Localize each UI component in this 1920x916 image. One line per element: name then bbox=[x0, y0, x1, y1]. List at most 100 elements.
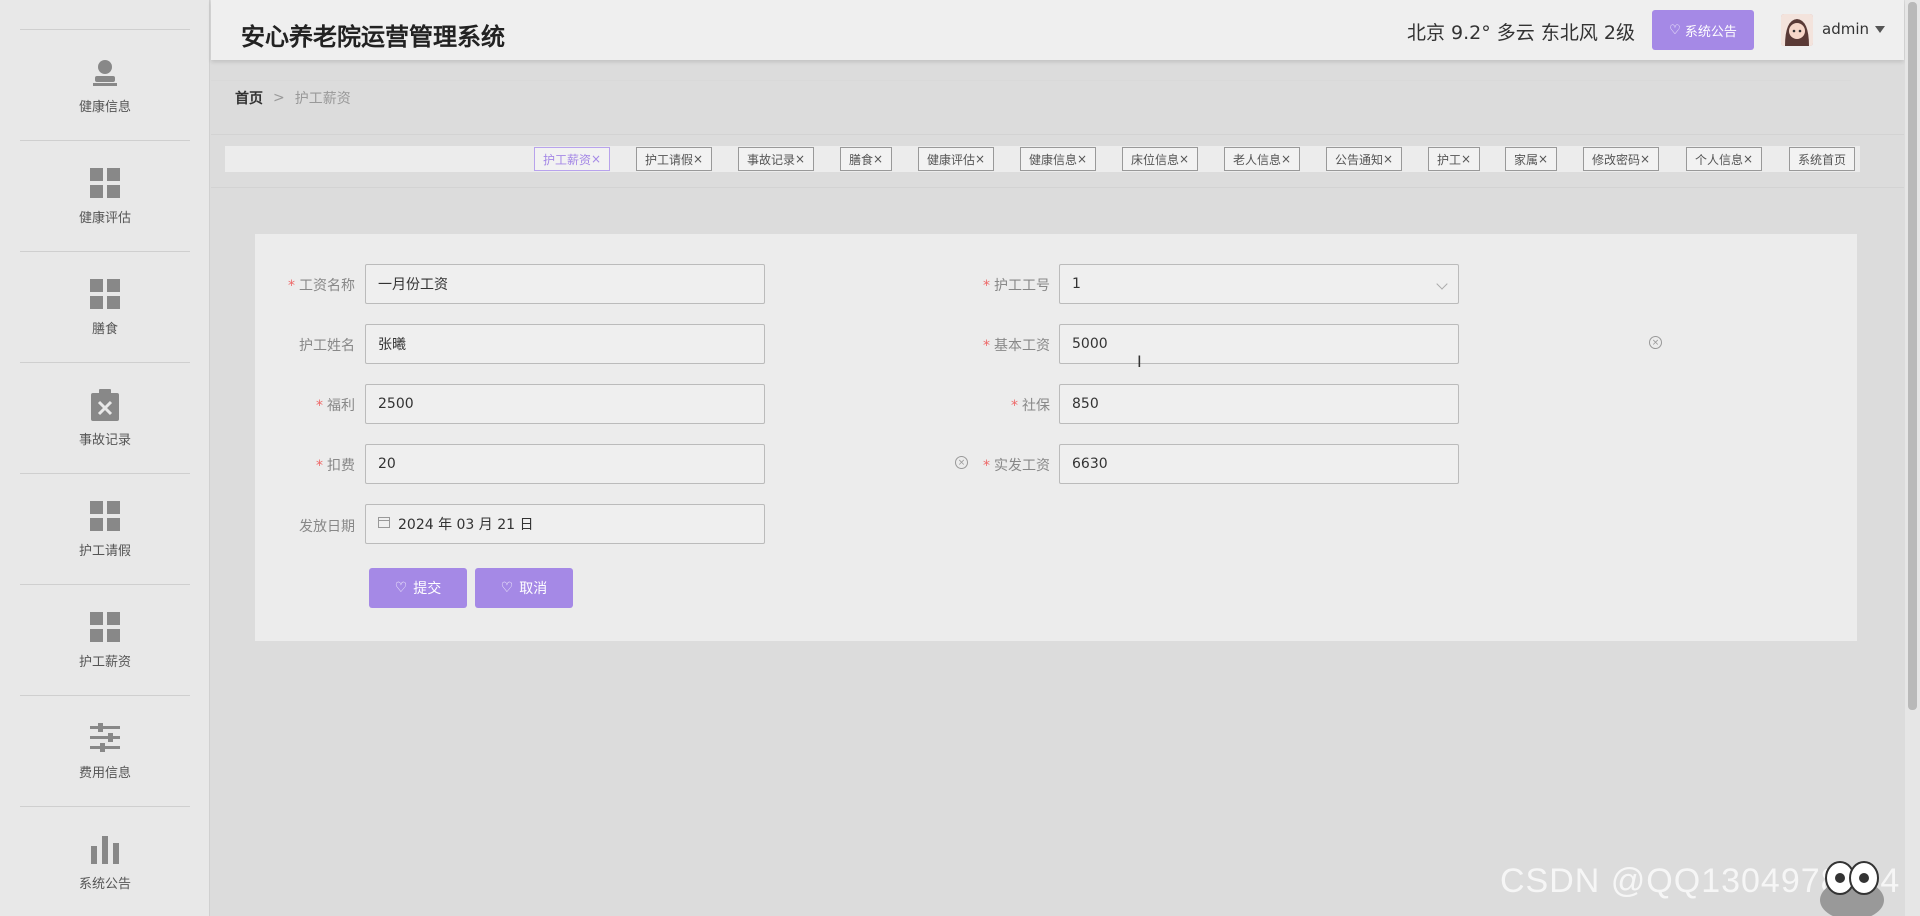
tab-health-info[interactable]: 健康信息 × bbox=[1020, 147, 1097, 171]
tab-label: 个人信息 bbox=[1695, 152, 1744, 167]
welfare-input[interactable]: 2500 bbox=[365, 384, 765, 424]
tab-personal-info[interactable]: 个人信息 × bbox=[1686, 147, 1763, 171]
salary-name-label: * 工资名称 bbox=[288, 278, 355, 294]
tab-worker-salary[interactable]: 护工薪资 × bbox=[534, 147, 611, 171]
deduction-input[interactable]: 20 bbox=[365, 444, 765, 484]
sidebar-item-label: 费用信息 bbox=[78, 765, 131, 781]
system-notice-button[interactable]: ♡ 系统公告 bbox=[1652, 10, 1754, 50]
tab-label: 公告通知 bbox=[1335, 152, 1384, 167]
tab-workers[interactable]: 护工 × bbox=[1428, 147, 1481, 171]
tab-label: 系统首页 bbox=[1798, 152, 1847, 167]
clipboard-x-icon bbox=[89, 388, 121, 421]
tab-label: 健康信息 bbox=[1029, 152, 1078, 167]
tab-label: 床位信息 bbox=[1131, 152, 1180, 167]
base-salary-label: * 基本工资 bbox=[983, 338, 1050, 354]
tab-meals[interactable]: 膳食 × bbox=[840, 147, 893, 171]
close-icon[interactable]: × bbox=[1281, 152, 1291, 166]
tab-worker-leave[interactable]: 护工请假 × bbox=[636, 147, 713, 171]
close-icon[interactable]: × bbox=[1743, 152, 1753, 166]
scrollbar-thumb[interactable] bbox=[1908, 2, 1917, 710]
welfare-label: * 福利 bbox=[316, 398, 355, 414]
sidebar-item-label: 健康信息 bbox=[78, 99, 131, 115]
worker-name-input[interactable]: 张曦 bbox=[365, 324, 765, 364]
cancel-button[interactable]: ♡ 取消 bbox=[475, 568, 573, 608]
heart-icon: ♡ bbox=[1669, 22, 1681, 38]
close-icon[interactable]: × bbox=[1179, 152, 1189, 166]
user-menu[interactable]: admin bbox=[1822, 20, 1885, 38]
deduction-label: * 扣费 bbox=[316, 458, 355, 474]
tab-health-assessment[interactable]: 健康评估 × bbox=[918, 147, 995, 171]
breadcrumb: 首页 > 护工薪资 bbox=[235, 88, 351, 108]
worker-no-select[interactable]: 1 bbox=[1059, 264, 1459, 304]
sidebar-item-fees[interactable]: 费用信息 bbox=[20, 696, 190, 807]
clear-icon[interactable]: × bbox=[1649, 336, 1662, 349]
tab-label: 护工 bbox=[1437, 152, 1462, 167]
breadcrumb-separator: > bbox=[273, 90, 285, 106]
tab-label: 健康评估 bbox=[927, 152, 976, 167]
tab-change-password[interactable]: 修改密码 × bbox=[1583, 147, 1660, 171]
divider bbox=[211, 187, 1904, 188]
weather-info: 北京 9.2° 多云 东北风 2级 bbox=[1407, 22, 1635, 44]
close-icon[interactable]: × bbox=[591, 152, 601, 166]
close-icon[interactable]: × bbox=[975, 152, 985, 166]
tab-label: 修改密码 bbox=[1592, 152, 1641, 167]
tab-family[interactable]: 家属 × bbox=[1505, 147, 1558, 171]
tab-label: 膳食 bbox=[849, 152, 874, 167]
sidebar-item-label: 护工请假 bbox=[78, 543, 131, 559]
close-icon[interactable]: × bbox=[795, 152, 805, 166]
sidebar-item-announcements[interactable]: 系统公告 bbox=[20, 807, 190, 916]
submit-button[interactable]: ♡ 提交 bbox=[369, 568, 467, 608]
close-icon[interactable]: × bbox=[1640, 152, 1650, 166]
divider bbox=[211, 134, 1904, 135]
system-notice-label: 系统公告 bbox=[1684, 24, 1737, 40]
close-icon[interactable]: × bbox=[873, 152, 883, 166]
pay-date-picker[interactable]: 2024 年 03 月 21 日 bbox=[365, 504, 765, 544]
tab-label: 老人信息 bbox=[1233, 152, 1282, 167]
heart-icon: ♡ bbox=[500, 580, 514, 596]
text-cursor-icon: I bbox=[1137, 352, 1142, 371]
sidebar-item-health-assessment[interactable]: 健康评估 bbox=[20, 141, 190, 252]
social-security-input[interactable]: 850 bbox=[1059, 384, 1459, 424]
grid-icon bbox=[89, 278, 121, 310]
sidebar-item-meals[interactable]: 膳食 bbox=[20, 252, 190, 363]
caret-down-icon bbox=[1875, 25, 1885, 33]
sidebar-item-worker-leave[interactable]: 护工请假 bbox=[20, 474, 190, 585]
sidebar-item-health-info[interactable]: 健康信息 bbox=[20, 30, 190, 141]
close-icon[interactable]: × bbox=[693, 152, 703, 166]
breadcrumb-home[interactable]: 首页 bbox=[235, 88, 263, 108]
tab-label: 事故记录 bbox=[747, 152, 796, 167]
sidebar-item-label: 事故记录 bbox=[78, 432, 131, 448]
worker-name-label: 护工姓名 bbox=[299, 338, 355, 354]
salary-name-input[interactable]: 一月份工资 bbox=[365, 264, 765, 304]
net-salary-label: * 实发工资 bbox=[983, 458, 1050, 474]
sidebar-item-label: 膳食 bbox=[91, 321, 118, 337]
base-salary-input[interactable]: 5000 bbox=[1059, 324, 1459, 364]
tab-bed-info[interactable]: 床位信息 × bbox=[1122, 147, 1199, 171]
avatar[interactable] bbox=[1781, 14, 1813, 46]
worker-no-label: * 护工工号 bbox=[983, 278, 1050, 294]
bar-chart-icon bbox=[89, 833, 121, 865]
grid-icon bbox=[89, 611, 121, 643]
close-icon[interactable]: × bbox=[1383, 152, 1393, 166]
sidebar-item-worker-salary[interactable]: 护工薪资 bbox=[20, 585, 190, 696]
close-icon[interactable]: × bbox=[1077, 152, 1087, 166]
close-icon[interactable]: × bbox=[1538, 152, 1548, 166]
sidebar-item-accident-records[interactable]: 事故记录 bbox=[20, 363, 190, 474]
tab-label: 护工薪资 bbox=[543, 152, 592, 167]
sidebar-item-label: 健康评估 bbox=[78, 210, 131, 226]
tab-label: 护工请假 bbox=[645, 152, 694, 167]
tab-elder-info[interactable]: 老人信息 × bbox=[1224, 147, 1301, 171]
tab-accident-records[interactable]: 事故记录 × bbox=[738, 147, 815, 171]
net-salary-input[interactable]: 6630 bbox=[1059, 444, 1459, 484]
sidebar: 健康信息 健康评估 膳食 事故记录 护工请假 护工薪资 费用信息 系统公告 bbox=[0, 0, 210, 916]
close-icon[interactable]: × bbox=[1461, 152, 1471, 166]
worker-no-value: 1 bbox=[1072, 276, 1081, 292]
app-title: 安心养老院运营管理系统 bbox=[241, 23, 505, 51]
tab-home[interactable]: 系统首页 bbox=[1789, 147, 1856, 171]
divider bbox=[211, 80, 1851, 81]
page-scrollbar[interactable] bbox=[1905, 0, 1920, 916]
tab-notices[interactable]: 公告通知 × bbox=[1326, 147, 1403, 171]
chevron-down-icon bbox=[1436, 278, 1448, 290]
sidebar-item-label: 系统公告 bbox=[78, 877, 131, 892]
heart-icon: ♡ bbox=[394, 580, 408, 596]
